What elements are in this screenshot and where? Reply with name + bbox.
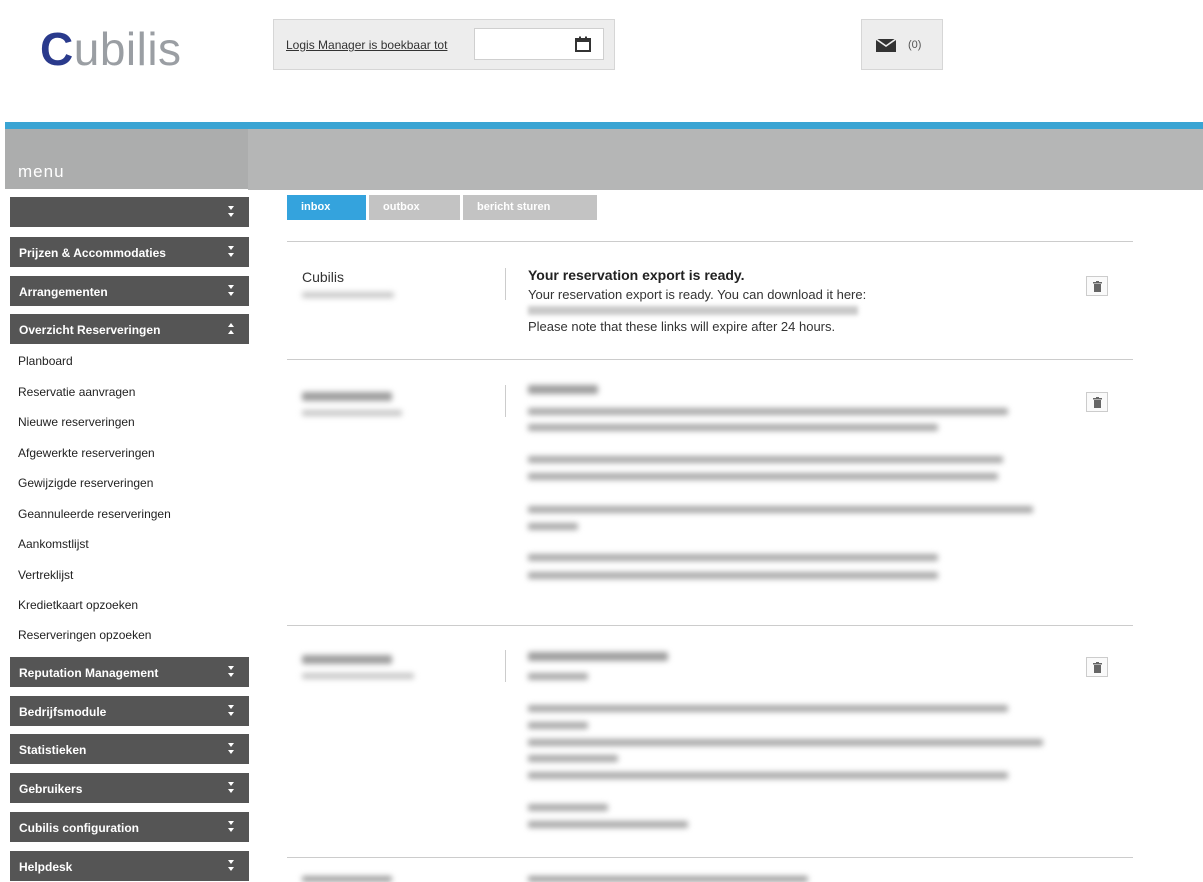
message-date-blurred (302, 673, 414, 679)
message-date-blurred (302, 292, 394, 298)
sidebar-group-cubilis-configuration[interactable]: Cubilis configuration (10, 812, 249, 842)
sidebar-group-reputation-management[interactable]: Reputation Management (10, 657, 249, 687)
message-separator (505, 268, 506, 300)
messages-button[interactable]: (0) (861, 19, 943, 70)
message-text-blurred (528, 772, 1008, 779)
expand-icon (228, 743, 234, 754)
message-text-blurred (528, 554, 938, 561)
sidebar-item-afgewerkte-reserveringen[interactable]: Afgewerkte reserveringen (18, 446, 155, 460)
message-divider (287, 241, 1133, 242)
tab-outbox[interactable]: outbox (369, 195, 460, 220)
sidebar-group-bedrijfsmodule[interactable]: Bedrijfsmodule (10, 696, 249, 726)
sidebar-item-aankomstlijst[interactable]: Aankomstlijst (18, 537, 89, 551)
trash-icon (1093, 662, 1102, 673)
message-text-blurred (528, 673, 588, 680)
envelope-icon (876, 39, 896, 52)
logis-manager-box: Logis Manager is boekbaar tot (273, 19, 615, 70)
sidebar-group-helpdesk[interactable]: Helpdesk (10, 851, 249, 881)
expand-icon (228, 206, 234, 217)
message-text-blurred (528, 408, 1008, 415)
message-subject-blurred (528, 385, 598, 394)
message-divider (287, 359, 1133, 360)
sidebar-item-nieuwe-reserveringen[interactable]: Nieuwe reserveringen (18, 415, 135, 429)
tab-bericht-sturen[interactable]: bericht sturen (463, 195, 597, 220)
message-text-blurred (528, 739, 1043, 746)
tab-inbox[interactable]: inbox (287, 195, 366, 220)
message-body-line: Please note that these links will expire… (528, 319, 836, 334)
message-subject: Your reservation export is ready. (528, 267, 745, 283)
delete-message-button[interactable] (1086, 657, 1108, 677)
message-sender: Cubilis (302, 269, 345, 285)
expand-icon (228, 821, 234, 832)
message-text-blurred (528, 722, 588, 729)
message-sender-blurred (302, 876, 392, 882)
message-body-line: Your reservation export is ready. You ca… (528, 287, 867, 302)
trash-icon (1093, 281, 1102, 292)
message-separator (505, 385, 506, 417)
calendar-icon[interactable] (575, 36, 591, 52)
message-text-blurred (528, 456, 1003, 463)
sidebar-item-vertreklijst[interactable]: Vertreklijst (18, 568, 73, 582)
download-link-blurred[interactable] (528, 306, 858, 315)
message-text-blurred (528, 804, 608, 811)
sidebar-group-statistieken[interactable]: Statistieken (10, 734, 249, 764)
message-sender-blurred (302, 392, 392, 401)
message-count: (0) (908, 39, 922, 51)
sidebar-group-gebruikers[interactable]: Gebruikers (10, 773, 249, 803)
message-text-blurred (528, 473, 998, 480)
content-header-band (248, 129, 1203, 190)
message-date-blurred (302, 410, 402, 416)
sidebar-item-reservatie-aanvragen[interactable]: Reservatie aanvragen (18, 385, 135, 399)
sidebar-group-prijzen[interactable]: Prijzen & Accommodaties (10, 237, 249, 267)
message-subject-blurred (528, 652, 668, 661)
cubilis-logo[interactable]: Cubilis (40, 22, 182, 76)
message-sender-blurred (302, 655, 392, 664)
sidebar-group-blank[interactable] (10, 197, 249, 227)
date-input[interactable] (474, 28, 604, 60)
expand-icon (228, 860, 234, 871)
sidebar-item-kredietkaart-opzoeken[interactable]: Kredietkaart opzoeken (18, 598, 138, 612)
collapse-icon (228, 323, 234, 334)
logis-manager-link[interactable]: Logis Manager is boekbaar tot (286, 38, 447, 52)
sidebar-item-geannuleerde-reserveringen[interactable]: Geannuleerde reserveringen (18, 507, 171, 521)
expand-icon (228, 782, 234, 793)
message-link-blurred[interactable] (528, 572, 938, 579)
message-divider (287, 857, 1133, 858)
expand-icon (228, 705, 234, 716)
sidebar-item-planboard[interactable]: Planboard (18, 354, 73, 368)
delete-message-button[interactable] (1086, 392, 1108, 412)
expand-icon (228, 666, 234, 677)
sidebar-group-overzicht-reserveringen[interactable]: Overzicht Reserveringen (10, 314, 249, 344)
trash-icon (1093, 397, 1102, 408)
menu-label: menu (18, 162, 65, 181)
message-divider (287, 625, 1133, 626)
message-text-blurred (528, 755, 618, 762)
message-text-blurred (528, 821, 688, 828)
sidebar: Prijzen & Accommodaties Arrangementen Ov… (5, 189, 249, 882)
sidebar-group-arrangementen[interactable]: Arrangementen (10, 276, 249, 306)
message-text-blurred (528, 506, 1033, 513)
delete-message-button[interactable] (1086, 276, 1108, 296)
message-text-blurred (528, 705, 1008, 712)
message-text-blurred (528, 424, 938, 431)
header-divider (5, 122, 1203, 129)
sidebar-item-gewijzigde-reserveringen[interactable]: Gewijzigde reserveringen (18, 476, 153, 490)
expand-icon (228, 246, 234, 257)
message-separator (505, 650, 506, 682)
message-text-blurred (528, 523, 578, 530)
sidebar-item-reserveringen-opzoeken[interactable]: Reserveringen opzoeken (18, 628, 151, 642)
menu-header: menu (5, 129, 248, 189)
header: Cubilis Logis Manager is boekbaar tot (0… (0, 0, 1203, 122)
expand-icon (228, 285, 234, 296)
message-subject-blurred (528, 876, 808, 882)
